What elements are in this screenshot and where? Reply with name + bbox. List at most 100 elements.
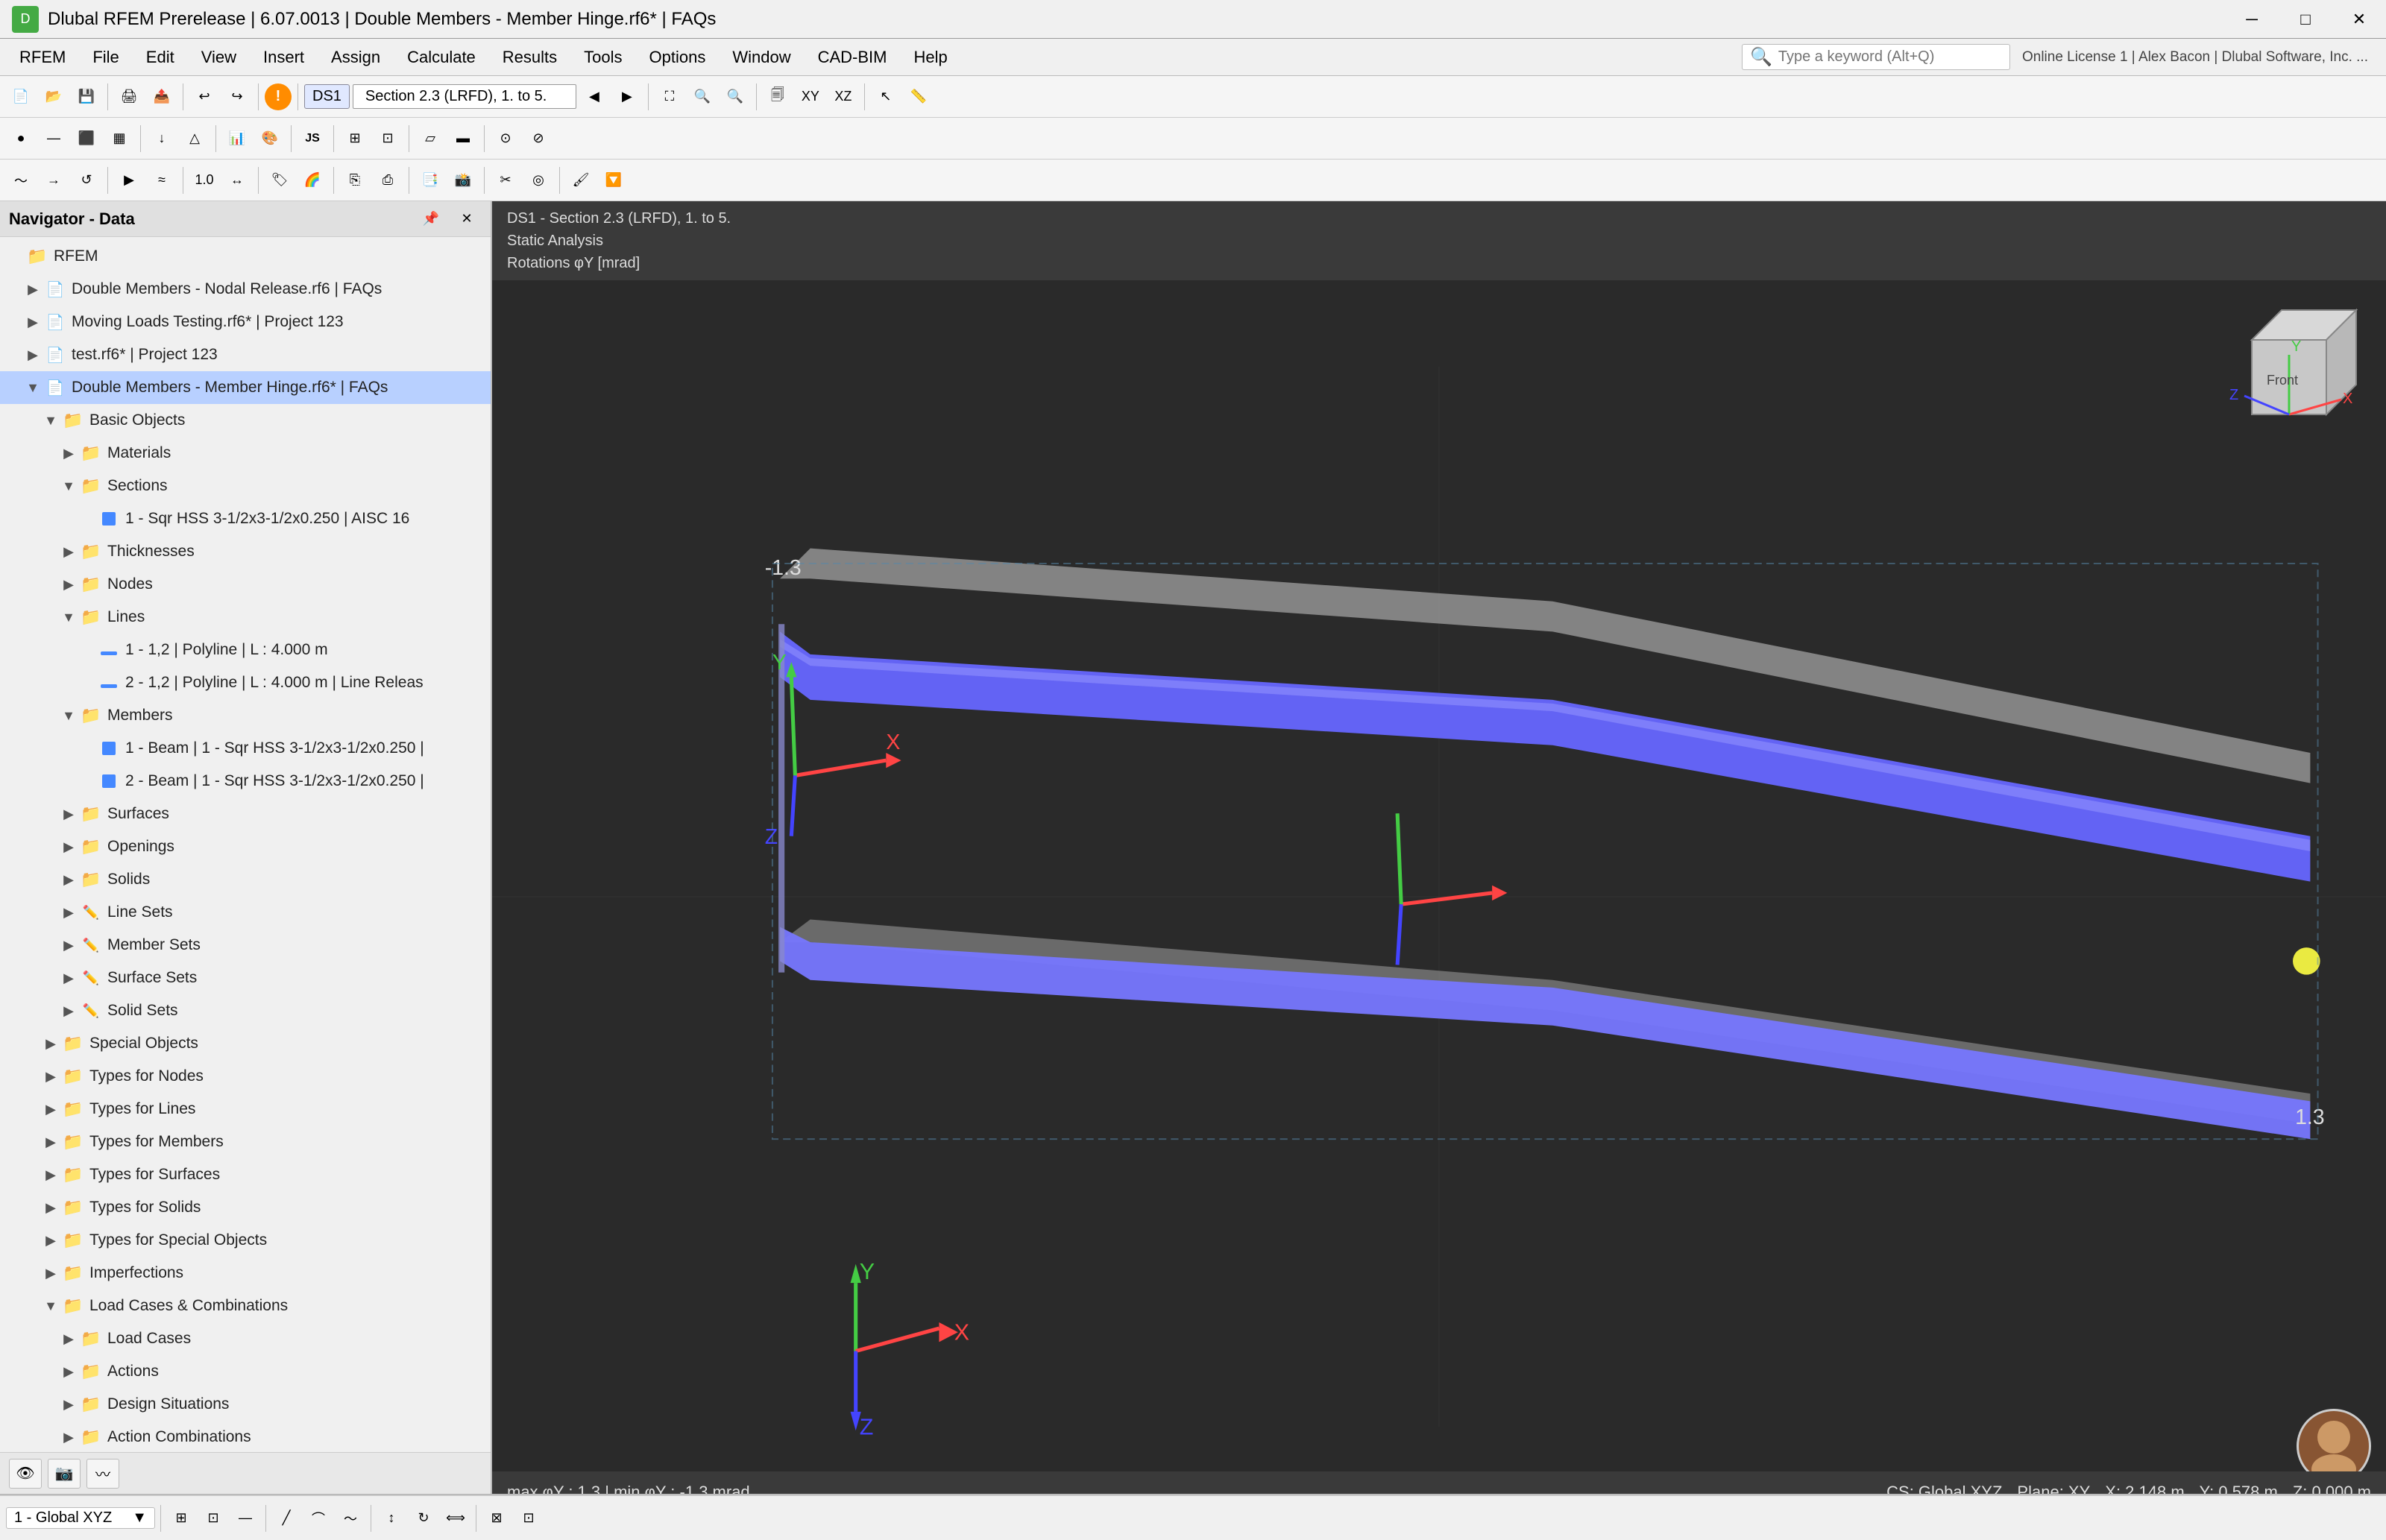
zoom-out[interactable]: 🔍 — [720, 82, 750, 112]
menu-tools[interactable]: Tools — [570, 43, 635, 72]
tree-item-item-test[interactable]: ▶📄test.rf6* | Project 123 — [0, 338, 491, 371]
next-section[interactable]: ▶ — [612, 82, 642, 112]
tree-item-item-moving[interactable]: ▶📄Moving Loads Testing.rf6* | Project 12… — [0, 306, 491, 338]
menu-file[interactable]: File — [79, 43, 132, 72]
transparency[interactable]: ◎ — [523, 165, 553, 195]
display-colors[interactable]: 🎨 — [255, 124, 285, 154]
select-all[interactable]: ⊠ — [482, 1503, 511, 1533]
canvas-content[interactable]: X Y Z -1.3 1.3 — [492, 280, 2386, 1494]
draw-line[interactable]: ╱ — [271, 1503, 301, 1533]
edit-rotate[interactable]: ↻ — [409, 1503, 438, 1533]
scale-button[interactable]: ↔ — [222, 165, 252, 195]
nav-route-button[interactable]: 〰 — [86, 1459, 119, 1489]
section-cut[interactable]: ✂ — [491, 165, 520, 195]
tree-item-load-cases-sub[interactable]: ▶📁Load Cases — [0, 1322, 491, 1355]
tree-item-member-1[interactable]: 1 - Beam | 1 - Sqr HSS 3-1/2x3-1/2x0.250… — [0, 732, 491, 765]
tree-item-nodes[interactable]: ▶📁Nodes — [0, 568, 491, 601]
render-solid[interactable]: ▬ — [448, 124, 478, 154]
snap-button[interactable]: ⊡ — [373, 124, 403, 154]
export-button[interactable]: 📤 — [147, 82, 177, 112]
maximize-button[interactable]: □ — [2279, 0, 2332, 39]
deselect[interactable]: ⊡ — [514, 1503, 544, 1533]
minimize-button[interactable]: ─ — [2225, 0, 2279, 39]
nav-close-button[interactable]: ✕ — [452, 204, 482, 234]
tree-item-member-sets[interactable]: ▶✏️Member Sets — [0, 929, 491, 962]
tree-item-surfaces[interactable]: ▶📁Surfaces — [0, 798, 491, 830]
draw-spline[interactable]: 〜 — [336, 1503, 365, 1533]
tree-item-types-solids[interactable]: ▶📁Types for Solids — [0, 1191, 491, 1224]
filter-button[interactable]: 🔽 — [599, 165, 629, 195]
menu-edit[interactable]: Edit — [133, 43, 188, 72]
show-values[interactable]: 1.0 — [189, 165, 219, 195]
tree-item-action-combinations[interactable]: ▶📁Action Combinations — [0, 1421, 491, 1452]
undo-button[interactable]: ↩ — [189, 82, 219, 112]
tree-item-item-nodal[interactable]: ▶📄Double Members - Nodal Release.rf6 | F… — [0, 273, 491, 306]
menu-calculate[interactable]: Calculate — [394, 43, 489, 72]
edit-move[interactable]: ↕ — [377, 1503, 406, 1533]
print-button[interactable]: 🖨 — [114, 82, 144, 112]
calculate-button[interactable]: ! — [265, 83, 292, 110]
tree-item-thicknesses[interactable]: ▶📁Thicknesses — [0, 535, 491, 568]
tree-item-section-1[interactable]: 1 - Sqr HSS 3-1/2x3-1/2x0.250 | AISC 16 — [0, 502, 491, 535]
display-surfaces[interactable]: ▦ — [104, 124, 134, 154]
menu-results[interactable]: Results — [489, 43, 570, 72]
color-scale[interactable]: 🌈 — [298, 165, 327, 195]
view-3d[interactable]: 🗐 — [763, 82, 793, 112]
nav-eye-button[interactable]: 👁 — [9, 1459, 42, 1489]
tree-item-types-nodes[interactable]: ▶📁Types for Nodes — [0, 1060, 491, 1093]
search-input[interactable] — [1778, 48, 2002, 66]
tree-item-item-double[interactable]: ▼📄Double Members - Member Hinge.rf6* | F… — [0, 371, 491, 404]
display-members[interactable]: ⬛ — [72, 124, 101, 154]
deformation-button[interactable]: 〜 — [6, 165, 36, 195]
tree-item-line-2[interactable]: 2 - 1,2 | Polyline | L : 4.000 m | Line … — [0, 666, 491, 699]
zoom-in[interactable]: 🔍 — [687, 82, 717, 112]
menu-cadbim[interactable]: CAD-BIM — [805, 43, 901, 72]
menu-insert[interactable]: Insert — [250, 43, 318, 72]
tree-item-sections[interactable]: ▼📁Sections — [0, 470, 491, 502]
tree-item-line-sets[interactable]: ▶✏️Line Sets — [0, 896, 491, 929]
tree-item-types-surfaces[interactable]: ▶📁Types for Surfaces — [0, 1158, 491, 1191]
edit-mirror[interactable]: ⟺ — [441, 1503, 470, 1533]
tree-item-surface-sets[interactable]: ▶✏️Surface Sets — [0, 962, 491, 994]
snap-point[interactable]: ⊡ — [198, 1503, 228, 1533]
grid-button[interactable]: ⊞ — [340, 124, 370, 154]
tree-item-basic-objects[interactable]: ▼📁Basic Objects — [0, 404, 491, 437]
snap-grid[interactable]: ⊞ — [166, 1503, 196, 1533]
js-button[interactable]: JS — [298, 124, 327, 154]
paint-button[interactable]: 🖌 — [566, 165, 596, 195]
report-button[interactable]: 📑 — [415, 165, 445, 195]
menu-options[interactable]: Options — [636, 43, 720, 72]
new-button[interactable]: 📄 — [6, 82, 36, 112]
contour-button[interactable]: ≈ — [147, 165, 177, 195]
view-xy[interactable]: XY — [796, 82, 825, 112]
section-dropdown[interactable]: Section 2.3 (LRFD), 1. to 5. — [353, 84, 576, 109]
menu-help[interactable]: Help — [900, 43, 960, 72]
force-button[interactable]: → — [39, 165, 69, 195]
display-nodes[interactable]: ● — [6, 124, 36, 154]
tree-item-rfem-root[interactable]: 📁RFEM — [0, 240, 491, 273]
nav-pin-button[interactable]: 📌 — [416, 204, 446, 234]
menu-view[interactable]: View — [188, 43, 250, 72]
tree-item-members[interactable]: ▼📁Members — [0, 699, 491, 732]
label-button[interactable]: 🏷 — [265, 165, 295, 195]
menu-assign[interactable]: Assign — [318, 43, 394, 72]
tree-item-member-2[interactable]: 2 - Beam | 1 - Sqr HSS 3-1/2x3-1/2x0.250… — [0, 765, 491, 798]
tree-item-lines[interactable]: ▼📁Lines — [0, 601, 491, 634]
tree-item-openings[interactable]: ▶📁Openings — [0, 830, 491, 863]
select-button[interactable]: ↖ — [871, 82, 901, 112]
tree-item-solid-sets[interactable]: ▶✏️Solid Sets — [0, 994, 491, 1027]
ds-dropdown[interactable]: DS1 — [304, 84, 350, 109]
close-button[interactable]: ✕ — [2332, 0, 2386, 39]
open-button[interactable]: 📂 — [39, 82, 69, 112]
save-button[interactable]: 💾 — [72, 82, 101, 112]
section-display[interactable]: ⊙ — [491, 124, 520, 154]
tree-item-materials[interactable]: ▶📁Materials — [0, 437, 491, 470]
tree-item-types-members[interactable]: ▶📁Types for Members — [0, 1126, 491, 1158]
canvas-area[interactable]: DS1 - Section 2.3 (LRFD), 1. to 5. Stati… — [492, 201, 2386, 1494]
tree-item-solids[interactable]: ▶📁Solids — [0, 863, 491, 896]
paste-view[interactable]: ⎙ — [373, 165, 403, 195]
tree-item-load-cases[interactable]: ▼📁Load Cases & Combinations — [0, 1290, 491, 1322]
section-view[interactable]: ⊘ — [523, 124, 553, 154]
draw-arc[interactable]: ⌒ — [303, 1503, 333, 1533]
prev-section[interactable]: ◀ — [579, 82, 609, 112]
